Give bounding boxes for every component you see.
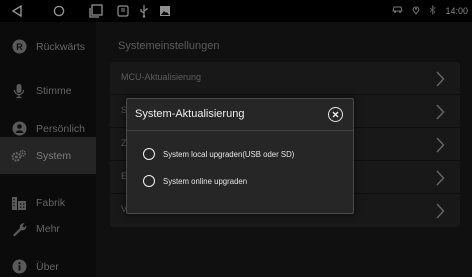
- radio-button[interactable]: [143, 175, 155, 187]
- system-update-dialog: System-Aktualisierung System local upgra…: [126, 98, 354, 214]
- close-icon[interactable]: [328, 107, 343, 122]
- option-local-upgrade[interactable]: System local upgraden(USB oder SD): [143, 146, 294, 162]
- option-label: System online upgraden: [163, 176, 248, 186]
- radio-button[interactable]: [143, 148, 155, 160]
- dialog-title: System-Aktualisierung: [135, 108, 245, 120]
- dialog-header: System-Aktualisierung: [127, 99, 353, 131]
- option-online-upgrade[interactable]: System online upgraden: [143, 173, 247, 189]
- option-label: System local upgraden(USB oder SD): [163, 149, 295, 159]
